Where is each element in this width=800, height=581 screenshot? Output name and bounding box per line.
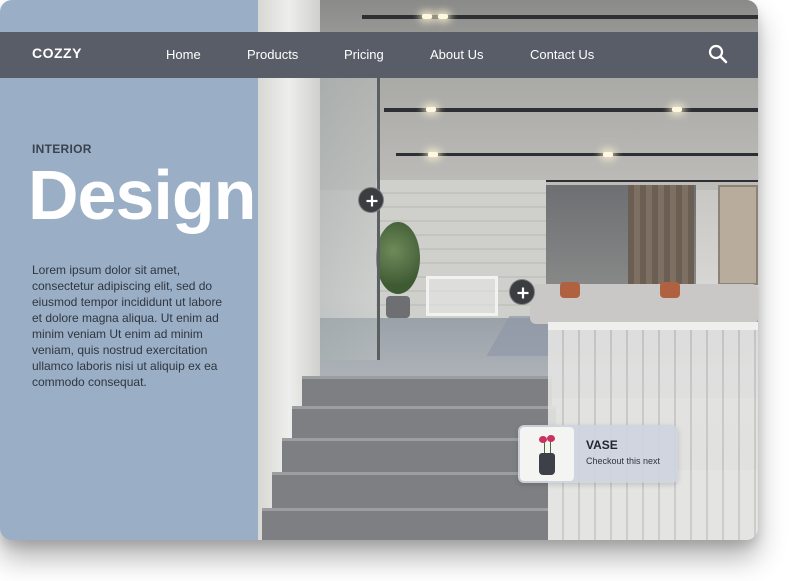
hero-body-text: Lorem ipsum dolor sit amet, consectetur … [32, 263, 223, 389]
sofa-pillow [660, 282, 680, 298]
ceiling-spotlight [603, 152, 613, 157]
ceiling-spotlight [426, 107, 436, 112]
nav-link-contact-us[interactable]: Contact Us [530, 47, 594, 62]
stair-step [262, 508, 568, 540]
ceiling-spotlight [672, 107, 682, 112]
hero-headline: Design [28, 156, 256, 234]
product-subtitle: Checkout this next [586, 456, 661, 466]
hotspot-plus-button[interactable] [358, 187, 384, 213]
flower [547, 435, 555, 442]
ceiling-light-strip [384, 108, 758, 112]
hero-card: COZZY Home Products Pricing About Us Con… [0, 0, 758, 540]
stair-step [292, 406, 556, 438]
ceiling-light-strip [396, 153, 758, 156]
wall-artwork [718, 185, 758, 285]
nav-link-home[interactable]: Home [166, 47, 201, 62]
flower [539, 436, 547, 443]
product-title: VASE [586, 438, 618, 452]
curtain [628, 185, 694, 295]
ceiling-spotlight [422, 14, 432, 19]
ceiling-spotlight [438, 14, 448, 19]
brand-logo[interactable]: COZZY [32, 45, 82, 61]
interior-photo [258, 0, 758, 540]
nav-link-pricing[interactable]: Pricing [344, 47, 384, 62]
vase-icon [539, 453, 555, 475]
search-icon[interactable] [708, 44, 730, 66]
sofa-pillow [560, 282, 580, 298]
railing-top [548, 322, 758, 330]
ceiling-spotlight [428, 152, 438, 157]
plant-pot [386, 296, 410, 318]
nav-link-about-us[interactable]: About Us [430, 47, 483, 62]
low-shelf [426, 276, 498, 316]
top-navbar: COZZY Home Products Pricing About Us Con… [0, 32, 758, 78]
nav-link-products[interactable]: Products [247, 47, 298, 62]
hotspot-plus-button[interactable] [509, 279, 535, 305]
stair-step [302, 376, 552, 406]
plant [376, 222, 420, 294]
product-card-vase[interactable]: VASE Checkout this next [518, 425, 678, 483]
hero-eyebrow: INTERIOR [32, 142, 92, 156]
vase-thumbnail [520, 427, 574, 481]
